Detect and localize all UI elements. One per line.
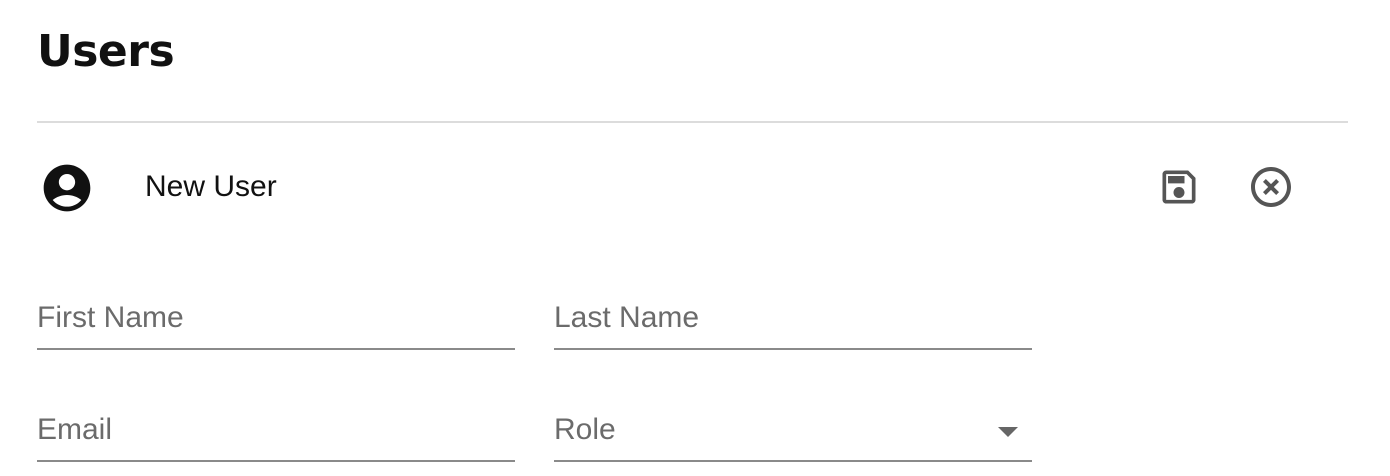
last-name-input[interactable] bbox=[554, 290, 1032, 346]
first-name-input[interactable] bbox=[37, 290, 515, 346]
floppy-disk-icon bbox=[1157, 165, 1201, 209]
dropdown-arrow-icon bbox=[998, 427, 1018, 437]
last-name-underline bbox=[554, 348, 1032, 350]
email-underline bbox=[37, 460, 515, 462]
user-name: New User bbox=[145, 170, 277, 203]
role-underline bbox=[554, 460, 1032, 462]
first-name-field bbox=[37, 290, 515, 350]
email-field bbox=[37, 402, 515, 462]
cancel-circle-icon bbox=[1247, 163, 1295, 211]
cancel-button[interactable] bbox=[1247, 163, 1295, 211]
save-button[interactable] bbox=[1155, 163, 1203, 211]
first-name-underline bbox=[37, 348, 515, 350]
role-label: Role bbox=[554, 413, 616, 446]
header-divider bbox=[37, 121, 1348, 123]
account-circle-icon bbox=[39, 160, 95, 216]
last-name-field bbox=[554, 290, 1032, 350]
role-select[interactable]: Role bbox=[554, 402, 1032, 462]
email-input[interactable] bbox=[37, 402, 515, 458]
page-title: Users bbox=[37, 26, 175, 77]
